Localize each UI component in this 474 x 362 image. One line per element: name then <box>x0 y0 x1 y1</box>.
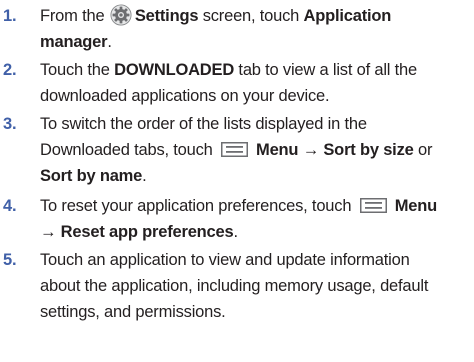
instruction-steps: 1. From the Settings screen, touch Appli… <box>0 0 474 362</box>
bold-term: Menu <box>394 197 437 215</box>
step-line: Touch an application to view and update … <box>40 251 410 269</box>
text-run: . <box>107 33 112 51</box>
bold-term: → Reset app preferences <box>40 223 234 241</box>
bold-term: Settings <box>134 7 199 25</box>
bold-term: DOWNLOADED <box>114 61 235 79</box>
bold-term: manager <box>40 33 108 51</box>
text-run: or <box>413 141 433 159</box>
step-line: Touch the DOWNLOADED tab to view a list … <box>40 57 472 83</box>
step-line: downloaded applications on your device. <box>40 87 330 105</box>
step-number: 4. <box>3 197 17 215</box>
settings-gear-icon <box>110 4 132 26</box>
text-run: Downloaded tabs, touch <box>40 141 218 159</box>
step-line: → Reset app preferences. <box>40 219 472 245</box>
bold-term: Menu → Sort by size <box>256 141 414 159</box>
text-run: Touch the <box>40 61 115 79</box>
menu-key-icon <box>221 142 249 157</box>
step-text: To reset your application preferences, t… <box>40 193 472 245</box>
step-number: 3. <box>3 115 17 133</box>
step-text: Touch the DOWNLOADED tab to view a list … <box>40 57 472 109</box>
step-line: about the application, including memory … <box>40 277 429 295</box>
text-run: . <box>142 167 147 185</box>
step-number: 2. <box>3 61 17 79</box>
bold-term: Application <box>303 7 392 25</box>
step-number: 1. <box>3 7 17 25</box>
step-text: To switch the order of the lists display… <box>40 111 472 189</box>
step-line: settings, and permissions. <box>40 303 226 321</box>
step-line: Sort by name. <box>40 163 472 189</box>
bold-term: Sort by name <box>40 167 143 185</box>
menu-key-icon <box>359 198 387 213</box>
text-run: screen, touch <box>198 7 304 25</box>
step-line: To reset your application preferences, t… <box>40 193 472 219</box>
text-run: From the <box>40 7 109 25</box>
step-number: 5. <box>3 251 17 269</box>
text-run: . <box>233 223 238 241</box>
text-run: tab to view a list of all the <box>234 61 417 79</box>
step-line: manager. <box>40 29 472 55</box>
step-text: Touch an application to view and update … <box>40 247 472 325</box>
text-run: To reset your application preferences, t… <box>40 197 356 215</box>
step-line: To switch the order of the lists display… <box>40 115 367 133</box>
step-line: From the Settings screen, touch Applicat… <box>40 3 472 29</box>
step-line: Downloaded tabs, touch Menu → Sort by si… <box>40 137 472 163</box>
step-text: From the Settings screen, touch Applicat… <box>40 3 472 55</box>
